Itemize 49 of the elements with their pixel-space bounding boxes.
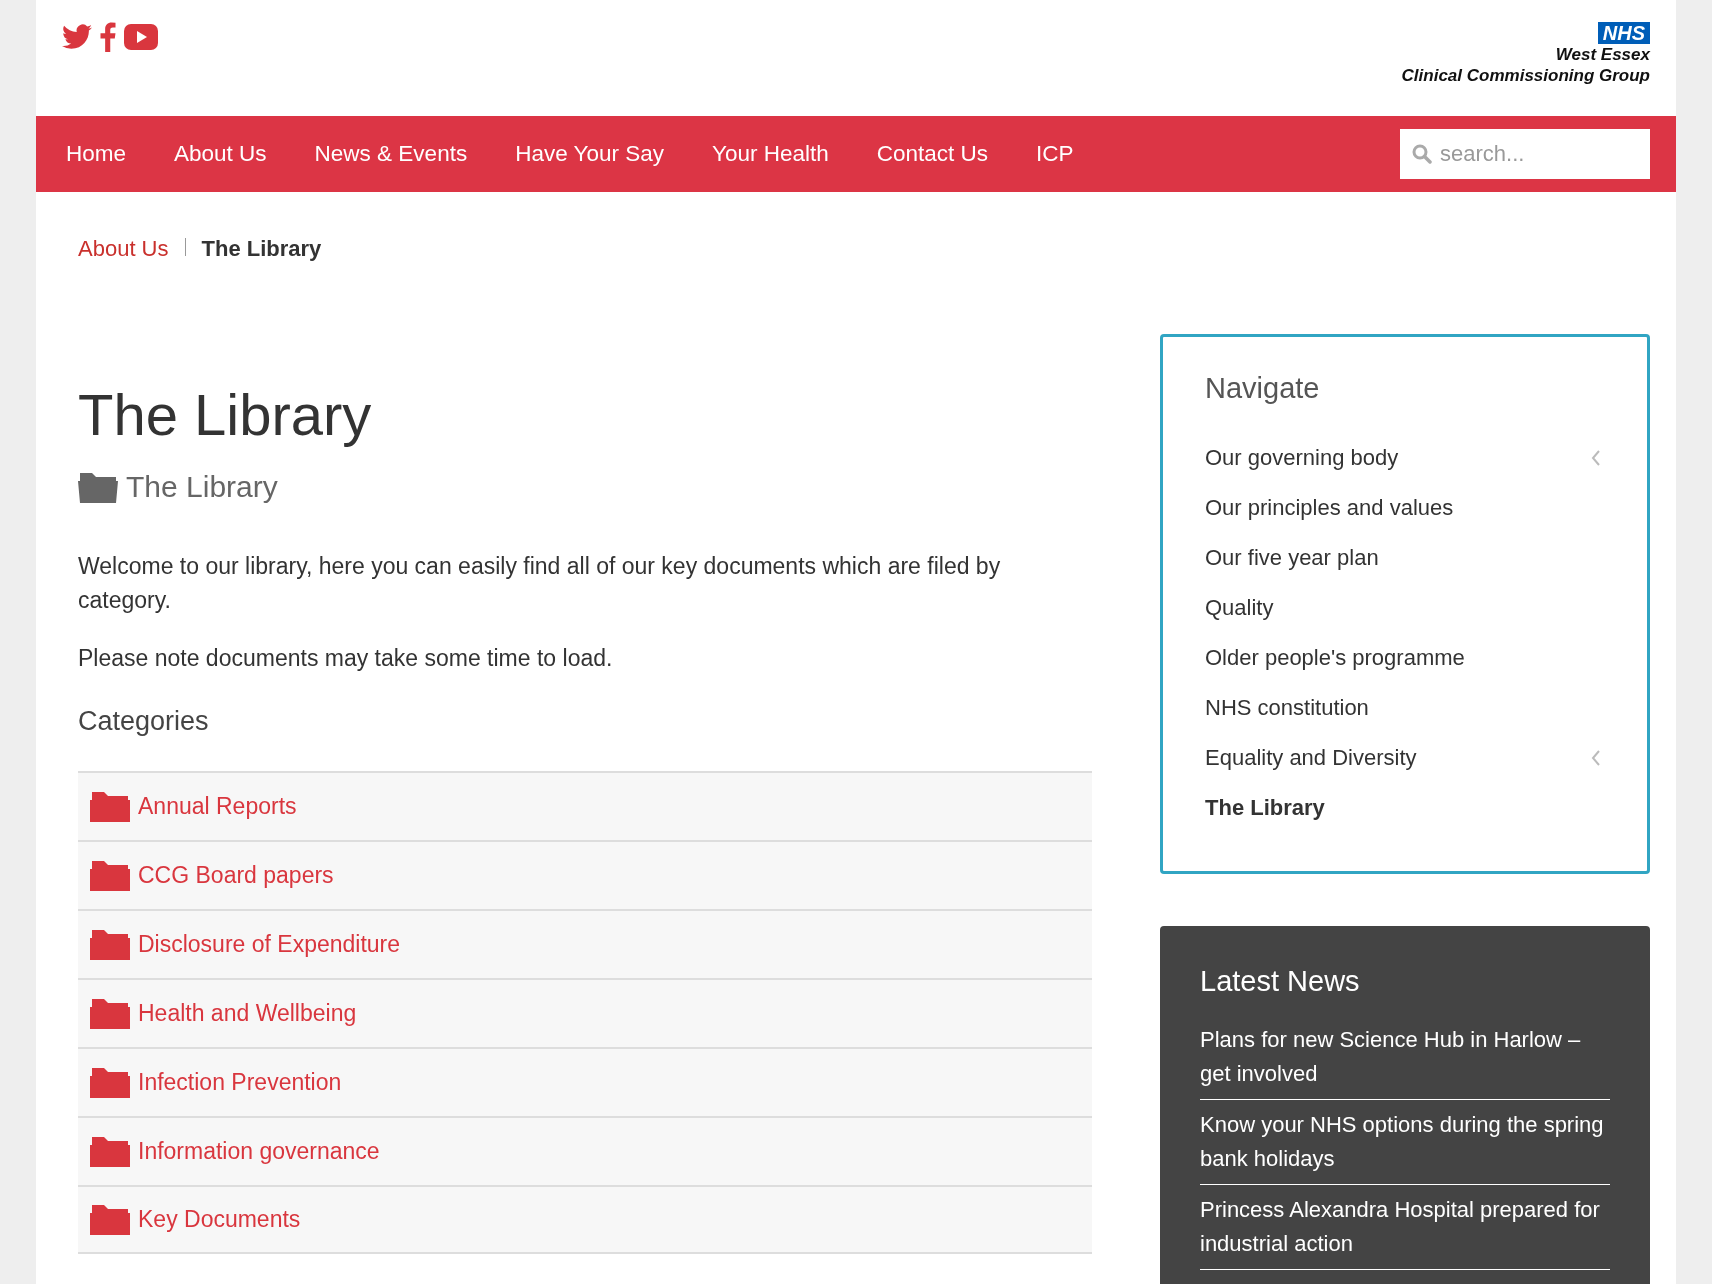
category-link[interactable]: Key Documents <box>138 1202 301 1237</box>
section-heading: Categories <box>78 704 210 737</box>
category-link[interactable]: Disclosure of Expenditure <box>138 927 401 962</box>
logo-text: Clinical Commissioning Group <box>1401 65 1650 86</box>
folder-icon <box>90 1135 130 1168</box>
panel-title: Navigate <box>1205 371 1321 406</box>
page-subtitle: The Library <box>126 468 278 505</box>
category-link[interactable]: CCG Board papers <box>138 858 334 893</box>
category-link[interactable]: Information governance <box>138 1134 380 1169</box>
folder-icon <box>90 790 130 823</box>
nav-link[interactable]: ICP <box>1012 137 1098 171</box>
nav-link[interactable]: Contact Us <box>852 137 1013 171</box>
play-button-icon[interactable] <box>124 24 158 50</box>
folder-icon <box>90 1066 130 1099</box>
nav-menu-item[interactable]: Our five year plan <box>1205 532 1605 583</box>
category-link[interactable]: Health and Wellbeing <box>138 996 357 1031</box>
paragraph: Welcome to our library, here you can easily find all of our key documents which are filed by category. <box>78 551 1002 615</box>
breadcrumb-current: The Library <box>201 235 322 263</box>
logo-badge: NHS <box>1597 22 1650 44</box>
nav-link[interactable]: Have Your Say <box>491 137 688 171</box>
news-link[interactable]: Know your NHS options during the spring bank holidays <box>1200 1100 1610 1185</box>
nav-menu-item[interactable]: Quality <box>1205 582 1605 633</box>
nav-menu-item[interactable]: The Library <box>1205 782 1605 833</box>
news-link[interactable]: Plans for new Science Hub in Harlow – get involved <box>1200 1015 1610 1100</box>
folder-icon <box>90 859 130 892</box>
search-field[interactable]: search... <box>1400 129 1650 179</box>
category-link[interactable]: Annual Reports <box>138 789 297 824</box>
nav-menu-item[interactable]: Older people's programme <box>1205 632 1605 683</box>
breadcrumb-link[interactable]: About Us <box>78 232 169 265</box>
twitter-bird-icon[interactable] <box>62 24 92 50</box>
page-title: The Library <box>78 381 373 449</box>
nav-link[interactable]: News & Events <box>290 137 492 171</box>
nav-menu-item[interactable]: Our governing body <box>1205 432 1605 483</box>
nav-link[interactable]: About Us <box>150 137 291 171</box>
category-link[interactable]: Infection Prevention <box>138 1065 342 1100</box>
folder-icon <box>90 1203 130 1236</box>
nav-link[interactable]: Home <box>42 137 151 171</box>
breadcrumb-separator <box>184 238 186 256</box>
nav-menu-item[interactable]: NHS constitution <box>1205 682 1605 733</box>
news-link[interactable]: Princess Alexandra Hospital prepared for industrial action <box>1200 1185 1610 1270</box>
facebook-f-icon[interactable] <box>100 22 116 52</box>
folder-icon <box>90 997 130 1030</box>
folder-icon <box>90 928 130 961</box>
logo-text: West Essex <box>1555 44 1650 65</box>
paragraph: Please note documents may take some time to load. <box>78 643 614 673</box>
nav-menu-item[interactable]: Our principles and values <box>1205 482 1605 533</box>
panel-title: Latest News <box>1200 963 1361 999</box>
nav-link[interactable]: Your Health <box>688 137 853 171</box>
nav-menu-item[interactable]: Equality and Diversity <box>1205 732 1605 783</box>
